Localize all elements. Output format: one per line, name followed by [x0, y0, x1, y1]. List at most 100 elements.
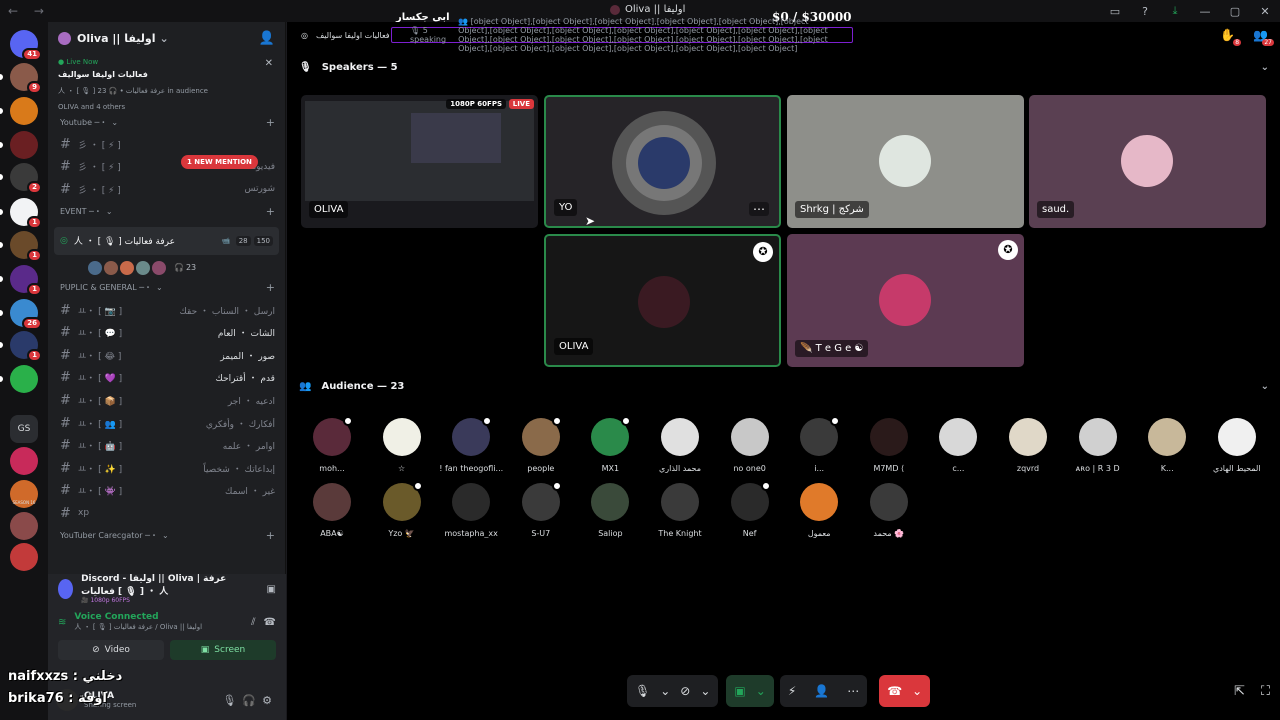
audience-member[interactable]: Nef — [717, 481, 783, 538]
audience-member[interactable]: i... — [786, 416, 852, 473]
channel-category[interactable]: Youtube ─・ ⌄ + — [48, 111, 285, 133]
noise-suppression-icon[interactable]: ⫽ — [251, 617, 255, 628]
audience-member[interactable]: mostapha_xx — [438, 483, 504, 538]
audience-member[interactable]: ! fan theogofli... — [438, 416, 504, 473]
server-icon[interactable]: 2 — [10, 163, 42, 194]
text-channel[interactable]: # xp — [48, 502, 285, 525]
text-channel[interactable]: # ㅛ・ [ 🤖 ] اوامر ・ علمه — [48, 434, 285, 457]
speaker-tile[interactable]: saud. — [1029, 95, 1266, 228]
channel-category[interactable]: PUPLIC & GENERAL ─・ ⌄ + — [48, 277, 285, 299]
audience-member[interactable]: Yzo 🦅 — [369, 481, 435, 538]
server-icon[interactable] — [10, 512, 38, 540]
text-channel[interactable]: # ㅛ・ [ ✨ ] إبداعاتك ・ شخصياً — [48, 457, 285, 480]
server-icon[interactable]: 1 — [10, 198, 42, 229]
add-channel-icon[interactable]: + — [266, 205, 275, 218]
speaker-tile[interactable]: 1080P 60FPS LIVE OLIVA — [301, 95, 538, 228]
gear-icon[interactable]: ⚙ — [262, 694, 278, 707]
activity-row[interactable]: Discord - اوليفا || Oliva | عرفة فعاليات… — [48, 574, 286, 604]
text-channel[interactable]: # ㅛ・ [ 💬 ] الشات ・ العام — [48, 321, 285, 344]
voice-channel-sub[interactable]: 人 ・ [ 🎙 ] عرفة فعاليات / Oliva || اوليفا — [74, 622, 202, 632]
audience-member[interactable]: c... — [925, 418, 991, 473]
disconnect-icon[interactable]: ☎ — [264, 617, 276, 628]
screen-button[interactable]: ▣ Screen — [170, 640, 276, 660]
members-icon[interactable]: 👥 27 — [1253, 28, 1274, 46]
server-icon[interactable]: 26 — [10, 299, 42, 330]
close-icon[interactable]: ✕ — [1250, 5, 1280, 18]
server-icon[interactable]: 41 — [10, 30, 42, 61]
server-icon[interactable] — [10, 97, 38, 125]
add-channel-icon[interactable]: + — [266, 529, 275, 542]
mic-button[interactable]: 🎙 ⌄ ⊘ ⌄ — [627, 675, 719, 707]
more-icon[interactable]: ⋯ — [749, 202, 769, 216]
maximize-icon[interactable]: ▢ — [1220, 5, 1250, 18]
mic-icon[interactable]: 🎙 — [222, 694, 242, 707]
text-channel[interactable]: # ㅛ・ [ 👾 ] غير ・ اسمك — [48, 480, 285, 503]
chevron-down-icon[interactable]: ⌄ — [660, 684, 670, 698]
fullscreen-icon[interactable]: ⛶ — [1261, 684, 1270, 699]
audience-member[interactable]: ABA☯ — [299, 483, 365, 538]
server-icon[interactable]: 9 — [10, 63, 42, 94]
audience-member[interactable]: S-U7 — [508, 481, 574, 538]
activity-off-icon[interactable]: ⚡ — [788, 684, 796, 698]
more-icon[interactable]: ⋯ — [847, 684, 859, 698]
video-button[interactable]: ⊘ Video — [58, 640, 164, 660]
channel-category[interactable]: EVENT ─・ ⌄ + — [48, 201, 285, 223]
nav-arrows[interactable]: ← → — [8, 4, 50, 18]
chevron-down-icon[interactable]: ⌄ — [912, 684, 922, 698]
audience-member[interactable]: محمد الذاري — [647, 418, 713, 473]
audience-member[interactable]: people — [508, 416, 574, 473]
audience-member[interactable]: معمول — [786, 483, 852, 538]
audience-member[interactable]: K... — [1134, 418, 1200, 473]
text-channel[interactable]: # ㅛ・ [ 📷 ] ارسل ・ السناب ・ حقك — [48, 299, 285, 322]
add-user-icon[interactable]: 👤 — [814, 684, 829, 698]
speaker-tile[interactable]: 🪶 T e G e ☯ ✪ — [787, 234, 1024, 367]
server-icon[interactable]: 1 — [10, 331, 42, 362]
popout-icon[interactable]: ⇱ — [1234, 684, 1245, 699]
chevron-down-icon[interactable]: ⌄ — [1261, 381, 1269, 392]
help-icon[interactable]: ? — [1130, 5, 1160, 18]
audience-member[interactable]: M7MD ⟨ — [856, 418, 922, 473]
audience-member[interactable]: no one0 — [717, 418, 783, 473]
server-icon[interactable]: 1 — [10, 231, 42, 262]
chevron-down-icon[interactable]: ⌄ — [700, 684, 710, 698]
server-icon[interactable]: GS — [10, 415, 38, 443]
audience-member[interactable]: moh... — [299, 416, 365, 473]
add-channel-icon[interactable]: + — [266, 281, 275, 294]
server-icon[interactable]: 1 — [10, 265, 42, 296]
text-channel[interactable]: # 彡 ・ [ ⚡ ] — [48, 133, 285, 156]
text-channel[interactable]: # 彡 ・ [ ⚡ ] شورتس — [48, 178, 285, 201]
server-icon[interactable] — [10, 447, 38, 475]
server-icon[interactable] — [10, 543, 38, 571]
text-channel[interactable]: # ㅛ・ [ 👥 ] أفكارك ・ وأفكري — [48, 412, 285, 435]
minimize-icon[interactable]: — — [1190, 5, 1220, 18]
speaker-tile[interactable]: Shrkg | شركج — [787, 95, 1024, 228]
monitor-icon[interactable]: ▭ — [1100, 5, 1130, 18]
text-channel[interactable]: # ㅛ・ [ 😂 ] صور ・ الميمز — [48, 344, 285, 367]
audience-member[interactable]: محمد 🌸 — [856, 483, 922, 538]
text-channel[interactable]: # ㅛ・ [ 📦 ] ادعيه ・ اجر — [48, 389, 285, 412]
voice-connected-label[interactable]: Voice Connected — [74, 612, 202, 622]
add-channel-icon[interactable]: + — [266, 116, 275, 129]
server-icon[interactable] — [10, 365, 38, 393]
audience-header[interactable]: 👥 Audience — 23 ⌄ — [299, 381, 1269, 392]
voice-channel-users[interactable]: 🎧 23 — [48, 259, 285, 277]
headphones-icon[interactable]: 🎧 — [242, 694, 262, 707]
audience-member[interactable]: The Knight — [647, 483, 713, 538]
chevron-down-icon[interactable]: ⌄ — [756, 684, 766, 698]
guild-header[interactable]: Oliva || اوليفا ⌄ 👤 — [48, 22, 285, 54]
channel-category[interactable]: YouTuber Carecgator ─・ ⌄ + — [48, 525, 285, 547]
speaker-tile[interactable]: YO ⋯ — [544, 95, 781, 228]
screen-share-button[interactable]: ▣ ⌄ — [726, 675, 774, 707]
popout-icon[interactable]: ▣ — [267, 584, 276, 595]
speakers-header[interactable]: 🎙 Speakers — 5 ⌄ — [299, 62, 1269, 73]
text-channel[interactable]: # ㅛ・ [ 💜 ] قدم ・ أقتراحك — [48, 367, 285, 390]
live-event-card[interactable]: ● Live Now فعاليات اوليفا سواليف 人 ・ [ 🎙… — [48, 54, 285, 111]
chevron-down-icon[interactable]: ⌄ — [1261, 62, 1269, 73]
invite-user-icon[interactable]: 👤 — [259, 31, 275, 46]
audience-member[interactable]: Saliop — [577, 483, 643, 538]
voice-channel[interactable]: ◎ 人 ・ [ 🎙 ] عرفة فعاليات 📹 28 150 — [54, 226, 279, 255]
leave-call-button[interactable]: ☎ ⌄ — [879, 675, 931, 707]
audience-member[interactable]: ☆ — [369, 418, 435, 473]
audience-member[interactable]: المحيط الهادي — [1204, 418, 1270, 473]
new-mention-pill[interactable]: 1 NEW MENTION — [181, 155, 258, 169]
